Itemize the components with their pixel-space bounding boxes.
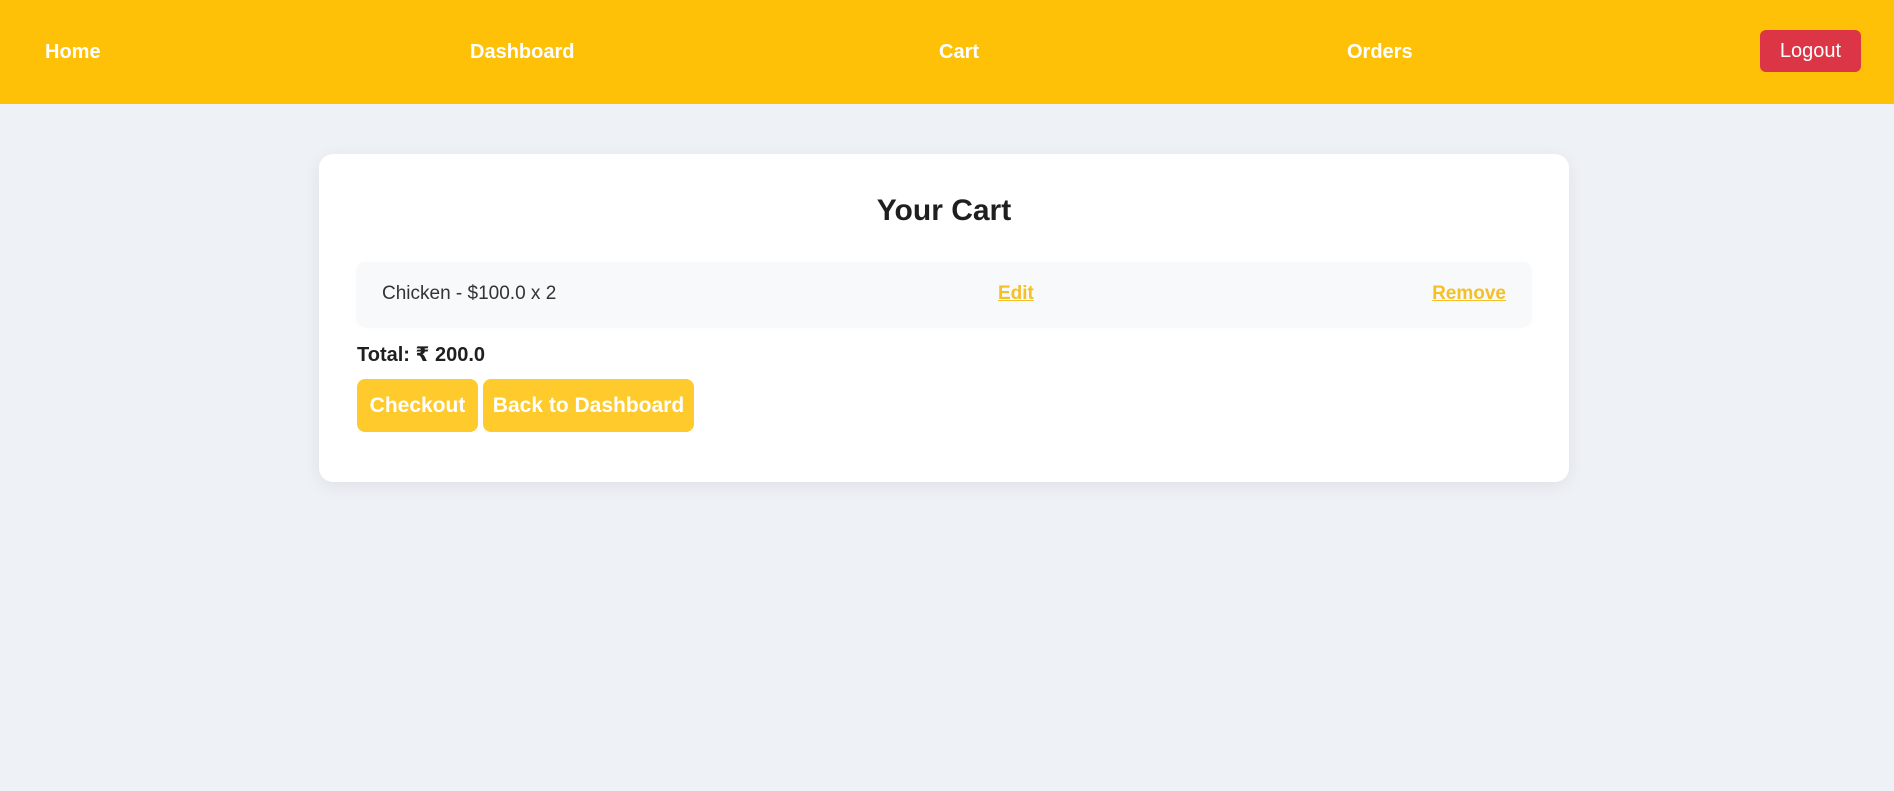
back-to-dashboard-button[interactable]: Back to Dashboard <box>483 379 694 432</box>
checkout-button[interactable]: Checkout <box>357 379 478 432</box>
remove-item-link[interactable]: Remove <box>1432 262 1506 326</box>
cart-card: Your Cart Chicken - $100.0 x 2 Edit Remo… <box>319 154 1569 482</box>
nav-link-dashboard[interactable]: Dashboard <box>470 0 574 104</box>
nav-link-cart[interactable]: Cart <box>939 0 979 104</box>
cart-total: Total: ₹ 200.0 <box>357 344 486 366</box>
nav-link-home[interactable]: Home <box>45 0 101 104</box>
edit-item-link[interactable]: Edit <box>998 262 1034 326</box>
page-title: Your Cart <box>876 194 1012 227</box>
logout-button[interactable]: Logout <box>1760 30 1861 72</box>
top-navbar: Home Dashboard Cart Orders Logout <box>0 0 1894 104</box>
nav-link-orders[interactable]: Orders <box>1347 0 1413 104</box>
cart-item-label: Chicken - $100.0 x 2 <box>382 283 557 304</box>
cart-item: Chicken - $100.0 x 2 Edit Remove <box>357 262 1531 326</box>
